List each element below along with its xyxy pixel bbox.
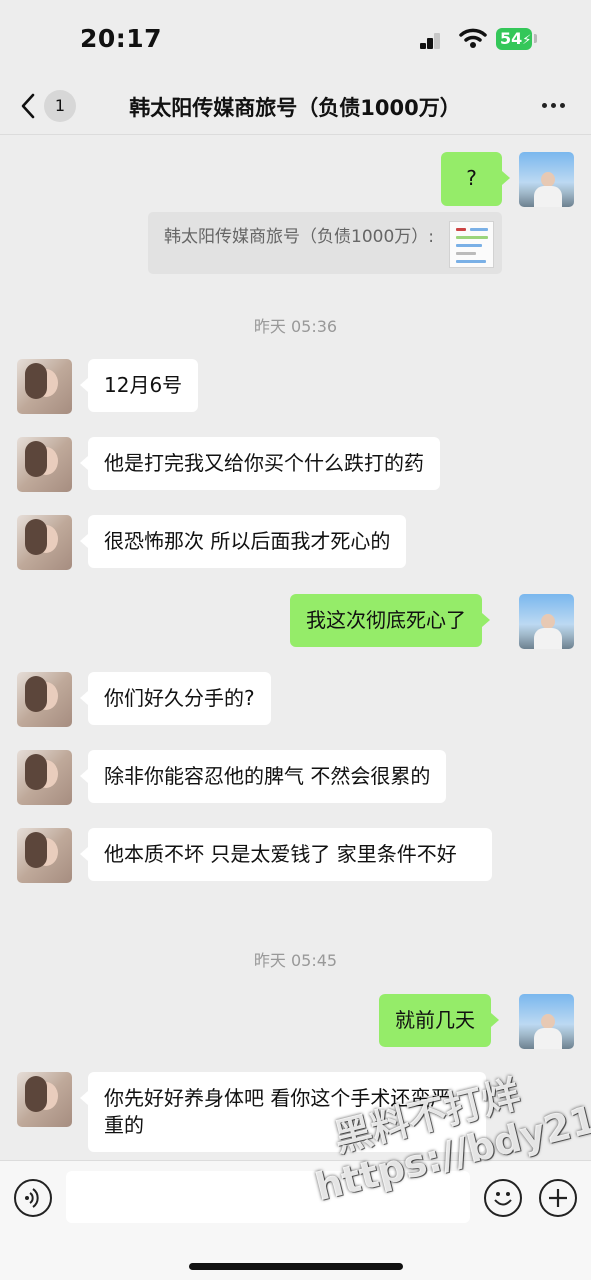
self-avatar[interactable] bbox=[519, 994, 574, 1049]
contact-avatar[interactable] bbox=[17, 750, 72, 805]
contact-avatar[interactable] bbox=[17, 672, 72, 727]
message-bubble-other[interactable]: 除非你能容忍他的脾气 不然会很累的 bbox=[79, 750, 447, 803]
wifi-icon bbox=[459, 28, 487, 48]
message-bubble-self[interactable]: 就前几天 bbox=[379, 994, 499, 1047]
battery-level: 54 bbox=[500, 29, 523, 48]
contact-avatar[interactable] bbox=[17, 437, 72, 492]
voice-icon[interactable] bbox=[14, 1179, 52, 1217]
message-bubble-self[interactable]: 我这次彻底死心了 bbox=[290, 594, 490, 647]
self-avatar[interactable] bbox=[519, 152, 574, 207]
message-bubble-other[interactable]: 你们好久分手的? bbox=[80, 672, 271, 725]
more-dots-icon[interactable] bbox=[540, 98, 568, 112]
input-bar bbox=[0, 1160, 591, 1280]
emoji-icon[interactable] bbox=[484, 1179, 522, 1217]
cellular-signal-icon bbox=[420, 31, 440, 49]
back-button[interactable]: 1 bbox=[16, 86, 86, 126]
message-bubble-other[interactable]: 他本质不坏 只是太爱钱了 家里条件不好 bbox=[80, 828, 492, 881]
message-bubble-other[interactable]: 他是打完我又给你买个什么跌打的药 bbox=[80, 437, 440, 490]
timestamp: 昨天 05:36 bbox=[253, 317, 338, 336]
status-time: 20:17 bbox=[80, 24, 163, 53]
message-bubble-other[interactable]: 很恐怖那次 所以后面我才死心的 bbox=[79, 515, 407, 568]
quote-text: 韩太阳传媒商旅号（负债1000万）: bbox=[164, 227, 434, 247]
message-bubble-self[interactable]: ? bbox=[441, 152, 510, 206]
status-bar: 20:17 54⚡ bbox=[0, 0, 591, 80]
contact-avatar[interactable] bbox=[17, 828, 72, 883]
quote-image-thumbnail[interactable] bbox=[449, 221, 494, 268]
plus-icon[interactable] bbox=[539, 1179, 577, 1217]
contact-avatar[interactable] bbox=[17, 359, 72, 414]
message-input[interactable] bbox=[66, 1171, 470, 1223]
message-bubble-other[interactable]: 12月6号 bbox=[79, 359, 199, 412]
timestamp: 昨天 05:45 bbox=[253, 951, 338, 970]
chevron-left-icon bbox=[21, 93, 35, 119]
unread-count-badge: 1 bbox=[44, 90, 76, 122]
message-bubble-other[interactable]: 你先好好养身体吧 看你这个手术还蛮严重的 bbox=[80, 1072, 486, 1152]
quoted-message[interactable]: 韩太阳传媒商旅号（负债1000万）: bbox=[148, 212, 502, 274]
contact-avatar[interactable] bbox=[17, 1072, 72, 1127]
self-avatar[interactable] bbox=[519, 594, 574, 649]
chat-header: 1 韩太阳传媒商旅号（负债1000万） bbox=[0, 80, 591, 135]
home-indicator bbox=[189, 1263, 403, 1270]
chat-title: 韩太阳传媒商旅号（负债1000万） bbox=[129, 96, 461, 120]
battery-charging-icon: 54⚡ bbox=[496, 28, 532, 50]
contact-avatar[interactable] bbox=[17, 515, 72, 570]
battery-tip bbox=[534, 34, 537, 43]
